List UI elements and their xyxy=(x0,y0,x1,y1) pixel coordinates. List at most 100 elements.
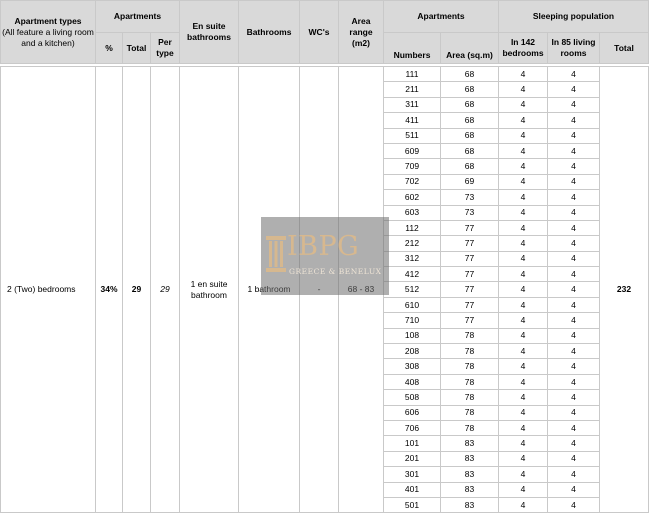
bedroom-sleep-cell: 4 xyxy=(498,281,548,298)
apartment-number-cell: 411 xyxy=(383,112,441,129)
living-sleep-cell: 4 xyxy=(547,389,600,406)
living-sleep-cell: 4 xyxy=(547,281,600,298)
bedroom-sleep-cell: 4 xyxy=(498,358,548,375)
header-total: Total xyxy=(122,32,151,64)
apartment-number-cell: 412 xyxy=(383,266,441,283)
bedroom-sleep-cell: 4 xyxy=(498,112,548,129)
header-in-living-rooms: In 85 living rooms xyxy=(547,32,600,64)
bedroom-sleep-cell: 4 xyxy=(498,343,548,360)
bedroom-sleep-cell: 4 xyxy=(498,296,548,314)
bedroom-sleep-cell: 4 xyxy=(498,189,548,206)
living-sleep-cell: 4 xyxy=(547,158,600,175)
living-sleep-cell: 4 xyxy=(547,404,600,421)
bedroom-sleep-cell: 4 xyxy=(498,81,548,98)
apartment-area-cell: 68 xyxy=(440,112,499,129)
living-sleep-cell: 4 xyxy=(547,343,600,360)
apartment-number-cell: 508 xyxy=(383,389,441,406)
apartment-number-cell: 610 xyxy=(383,296,441,314)
apartment-area-cell: 68 xyxy=(440,65,499,83)
apartment-area-cell: 78 xyxy=(440,327,499,345)
apartment-area-cell: 78 xyxy=(440,358,499,375)
apartment-number-cell: 401 xyxy=(383,481,441,498)
percent-cell: 34% xyxy=(95,65,123,513)
apartment-area-cell: 69 xyxy=(440,173,499,191)
bedroom-sleep-cell: 4 xyxy=(498,419,548,437)
living-sleep-cell: 4 xyxy=(547,296,600,314)
living-sleep-cell: 4 xyxy=(547,65,600,83)
apartment-area-cell: 77 xyxy=(440,312,499,329)
apartment-area-cell: 77 xyxy=(440,266,499,283)
apartment-number-cell: 212 xyxy=(383,235,441,252)
apartment-number-cell: 702 xyxy=(383,173,441,191)
apartment-number-cell: 301 xyxy=(383,466,441,483)
bedroom-sleep-cell: 4 xyxy=(498,219,548,237)
bedroom-sleep-cell: 4 xyxy=(498,466,548,483)
bedroom-sleep-cell: 4 xyxy=(498,127,548,144)
bedroom-sleep-cell: 4 xyxy=(498,404,548,421)
bedroom-sleep-cell: 4 xyxy=(498,389,548,406)
apartment-number-cell: 609 xyxy=(383,142,441,160)
living-sleep-cell: 4 xyxy=(547,481,600,498)
apartment-types-label: Apartment types xyxy=(14,15,82,26)
per-type-cell: 29 xyxy=(150,65,180,513)
living-sleep-cell: 4 xyxy=(547,312,600,329)
apartment-number-cell: 603 xyxy=(383,204,441,221)
living-sleep-cell: 4 xyxy=(547,142,600,160)
apartment-area-cell: 77 xyxy=(440,235,499,252)
living-sleep-cell: 4 xyxy=(547,189,600,206)
living-sleep-cell: 4 xyxy=(547,419,600,437)
bedroom-sleep-cell: 4 xyxy=(498,450,548,468)
apartment-number-cell: 208 xyxy=(383,343,441,360)
apartment-area-cell: 77 xyxy=(440,219,499,237)
apartment-area-cell: 68 xyxy=(440,96,499,114)
living-sleep-cell: 4 xyxy=(547,435,600,452)
apartment-area-cell: 68 xyxy=(440,127,499,144)
header-numbers: Numbers xyxy=(383,32,441,64)
apartment-number-cell: 706 xyxy=(383,419,441,437)
apartment-number-cell: 709 xyxy=(383,158,441,175)
apartment-area-cell: 68 xyxy=(440,81,499,98)
header-wcs: WC's xyxy=(299,0,339,64)
apartment-number-cell: 511 xyxy=(383,127,441,144)
header-sleeping-population: Sleeping population xyxy=(498,0,649,33)
living-sleep-cell: 4 xyxy=(547,81,600,98)
living-sleep-cell: 4 xyxy=(547,358,600,375)
apartment-area-cell: 83 xyxy=(440,435,499,452)
bedroom-sleep-cell: 4 xyxy=(498,312,548,329)
bedroom-sleep-cell: 4 xyxy=(498,65,548,83)
apartment-area-cell: 78 xyxy=(440,419,499,437)
header-in-bedrooms: In 142 bedrooms xyxy=(498,32,548,64)
apartment-number-cell: 512 xyxy=(383,281,441,298)
apartment-number-cell: 111 xyxy=(383,65,441,83)
bedroom-sleep-cell: 4 xyxy=(498,204,548,221)
header-area-range: Area range (m2) xyxy=(338,0,384,64)
header-per-type: Per type xyxy=(150,32,180,64)
living-sleep-cell: 4 xyxy=(547,112,600,129)
living-sleep-cell: 4 xyxy=(547,496,600,513)
living-sleep-cell: 4 xyxy=(547,250,600,268)
header-bathrooms: Bathrooms xyxy=(238,0,300,64)
apartment-type-cell: 2 (Two) bedrooms xyxy=(0,65,96,513)
living-sleep-cell: 4 xyxy=(547,173,600,191)
bedroom-sleep-cell: 4 xyxy=(498,481,548,498)
header-area-sqm: Area (sq.m) xyxy=(440,32,499,64)
bedroom-sleep-cell: 4 xyxy=(498,96,548,114)
apartment-area-cell: 77 xyxy=(440,281,499,298)
apartment-area-cell: 77 xyxy=(440,296,499,314)
living-sleep-cell: 4 xyxy=(547,235,600,252)
bedroom-sleep-cell: 4 xyxy=(498,496,548,513)
en-suite-cell: 1 en suite bathroom xyxy=(179,65,239,513)
apartment-number-cell: 201 xyxy=(383,450,441,468)
living-sleep-cell: 4 xyxy=(547,466,600,483)
living-sleep-cell: 4 xyxy=(547,127,600,144)
apartment-number-cell: 112 xyxy=(383,219,441,237)
apartment-area-cell: 73 xyxy=(440,204,499,221)
apartment-area-cell: 78 xyxy=(440,373,499,391)
table-header: Apartment types (All feature a living ro… xyxy=(0,0,649,64)
bedroom-sleep-cell: 4 xyxy=(498,250,548,268)
apartment-area-cell: 78 xyxy=(440,404,499,421)
living-sleep-cell: 4 xyxy=(547,327,600,345)
apartment-number-cell: 108 xyxy=(383,327,441,345)
bedroom-sleep-cell: 4 xyxy=(498,327,548,345)
living-sleep-cell: 4 xyxy=(547,450,600,468)
